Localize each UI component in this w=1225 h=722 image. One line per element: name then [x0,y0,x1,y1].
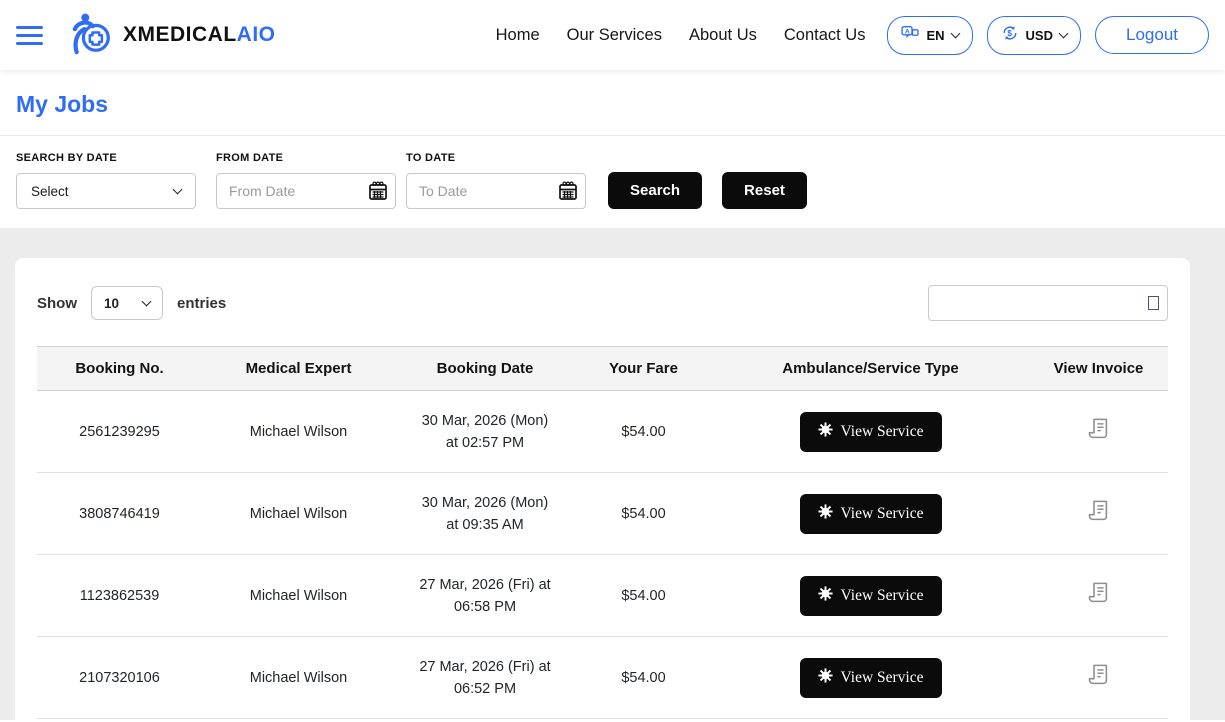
to-date-label: TO DATE [406,152,456,164]
booking-no-cell: 1123862539 [37,554,202,637]
calendar-icon[interactable] [558,181,578,206]
view-service-button[interactable]: View Service [799,657,942,698]
nav-link-about-us[interactable]: About Us [689,26,757,45]
booking-no-cell: 3808746419 [37,472,202,555]
search-by-date-select[interactable]: Select [16,173,196,209]
filter-bar: SEARCH BY DATE Select FROM DATE From Dat… [0,136,1225,228]
chevron-down-icon [141,296,152,307]
table-row: 1123862539 Michael Wilson 27 Mar, 2026 (… [37,554,1168,637]
content-section: Show 10 entries Booking No. Medical Expe… [0,228,1225,722]
booking-no-cell: 2107320106 [37,636,202,719]
view-service-button[interactable]: View Service [799,493,942,534]
booking-date-cell: 27 Mar, 2026 (Fri) at 06:52 PM [395,636,575,719]
reset-button[interactable]: Reset [722,172,807,209]
booking-date-cell: 30 Mar, 2026 (Mon) at 02:57 PM [395,390,575,473]
search-by-date-label: SEARCH BY DATE [16,152,117,164]
chevron-down-icon [950,28,960,39]
view-service-button[interactable]: View Service [799,411,942,452]
gear-icon [817,421,833,442]
language-dropdown[interactable]: A EN [887,15,973,55]
medical-expert-cell: Michael Wilson [202,554,395,637]
brand-logo-icon [69,10,115,61]
medical-expert-cell: Michael Wilson [202,472,395,555]
nav-link-home[interactable]: Home [496,26,540,45]
page-size-select[interactable]: 10 [91,286,163,320]
entries-label: entries [177,294,227,312]
chevron-down-icon [172,184,183,195]
receipt-icon [1088,418,1108,439]
table-row: 2107320106 Michael Wilson 27 Mar, 2026 (… [37,636,1168,719]
gear-icon [817,667,833,688]
header-booking-no: Booking No. [37,346,202,391]
table-search-input[interactable] [928,285,1168,321]
currency-value: USD [1025,27,1053,43]
booking-date-cell: 30 Mar, 2026 (Mon) at 09:35 AM [395,472,575,555]
header-service-type: Ambulance/Service Type [712,346,1029,391]
booking-no-cell: 2561239295 [37,390,202,473]
view-invoice-button[interactable] [1085,662,1112,692]
medical-expert-cell: Michael Wilson [202,636,395,719]
nav-link-our-services[interactable]: Our Services [567,26,662,45]
fare-cell: $54.00 [575,554,712,637]
booking-date-cell: 27 Mar, 2026 (Fri) at 06:58 PM [395,554,575,637]
calendar-icon[interactable] [368,181,388,206]
brand-logo[interactable]: XMEDICALAIO [69,10,276,61]
view-invoice-button[interactable] [1085,416,1112,446]
language-value: EN [926,27,945,43]
header-booking-date: Booking Date [395,346,575,391]
logout-button[interactable]: Logout [1095,16,1209,54]
view-service-button[interactable]: View Service [799,575,942,616]
search-glyph-icon [1148,296,1159,310]
table-row: 3808746419 Michael Wilson 30 Mar, 2026 (… [37,472,1168,555]
fare-cell: $54.00 [575,472,712,555]
view-invoice-button[interactable] [1085,498,1112,528]
chevron-down-icon [1058,28,1069,39]
main-navigation: Home Our Services About Us Contact Us [496,26,866,45]
page-header: My Jobs [0,70,1225,135]
gear-icon [817,585,833,606]
view-invoice-button[interactable] [1085,580,1112,610]
header-view-invoice: View Invoice [1029,346,1168,391]
header-medical-expert: Medical Expert [202,346,395,391]
jobs-table-card: Show 10 entries Booking No. Medical Expe… [15,258,1190,722]
page-title: My Jobs [16,91,109,117]
search-button[interactable]: Search [608,172,703,209]
from-date-label: FROM DATE [216,152,284,164]
gear-icon [817,503,833,524]
table-controls: Show 10 entries [37,285,1168,321]
currency-dropdown[interactable]: $ USD [986,15,1081,55]
fare-cell: $54.00 [575,636,712,719]
currency-exchange-icon: $ [1001,24,1019,47]
hamburger-menu-icon[interactable] [16,25,43,45]
jobs-table: Booking No. Medical Expert Booking Date … [37,346,1168,719]
header-your-fare: Your Fare [575,346,712,391]
table-row: 2561239295 Michael Wilson 30 Mar, 2026 (… [37,390,1168,473]
translate-icon: A [901,24,920,47]
top-navbar: XMEDICALAIO Home Our Services About Us C… [0,0,1225,70]
receipt-icon [1088,500,1108,521]
svg-text:A: A [905,28,910,35]
table-header-row: Booking No. Medical Expert Booking Date … [37,346,1168,391]
medical-expert-cell: Michael Wilson [202,390,395,473]
receipt-icon [1088,664,1108,685]
fare-cell: $54.00 [575,390,712,473]
show-label: Show [37,294,77,312]
svg-text:$: $ [1007,28,1012,37]
brand-name: XMEDICALAIO [123,23,276,46]
nav-link-contact-us[interactable]: Contact Us [784,26,866,45]
receipt-icon [1088,582,1108,603]
